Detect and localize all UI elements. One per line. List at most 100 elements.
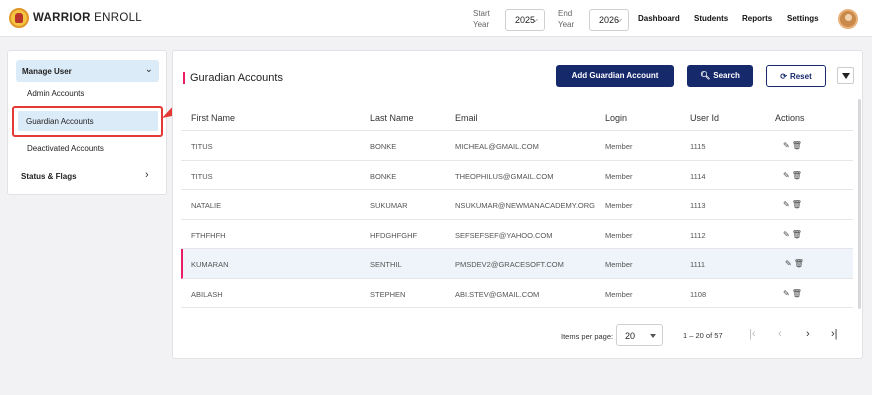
nav-dashboard[interactable]: Dashboard <box>638 14 680 23</box>
cell-last-name: STEPHEN <box>370 289 406 299</box>
start-year-select[interactable]: 2025 ⌵ <box>505 9 545 31</box>
items-per-page-label: Items per page: <box>561 332 614 341</box>
table-row[interactable]: TITUS BONKE THEOPHILUS@GMAIL.COM Member 1114… <box>181 161 853 190</box>
cell-first-name: TITUS <box>191 142 213 151</box>
top-header: WARRIOR ENROLL Start Year 2025 ⌵ End Year… <box>0 0 872 37</box>
cell-last-name: HFDGHFGHF <box>370 230 418 240</box>
sidebar-item-admin-accounts[interactable]: Admin Accounts <box>27 89 84 98</box>
table-row[interactable]: NATALIE SUKUMAR NSUKUMAR@NEWMANACADEMY.ORG… <box>181 190 853 220</box>
filter-icon[interactable] <box>837 67 854 84</box>
next-page-icon[interactable]: › <box>806 328 810 340</box>
nav-settings[interactable]: Settings <box>787 14 819 23</box>
row-actions: ✎🗑︎ <box>783 200 804 209</box>
column-email[interactable]: Email <box>455 113 478 123</box>
caret-down-icon <box>650 334 656 338</box>
cell-email: MICHEAL@GMAIL.COM <box>455 142 539 151</box>
cell-login: Member <box>605 142 633 151</box>
row-actions: ✎🗑︎ <box>785 259 806 268</box>
main-panel: Guradian Accounts Add Guardian Account 🔍… <box>172 50 863 359</box>
user-avatar[interactable] <box>838 9 858 29</box>
menu-group-manage-user[interactable]: Manage User ⌄ <box>16 60 159 82</box>
table-header: First Name Last Name Email Login User Id… <box>181 103 853 131</box>
chevron-right-icon: › <box>145 169 149 181</box>
edit-icon[interactable]: ✎ <box>783 200 792 209</box>
cell-last-name: BONKE <box>370 171 397 181</box>
edit-icon[interactable]: ✎ <box>783 230 792 239</box>
table-row[interactable]: TITUS BONKE MICHEAL@GMAIL.COM Member 1115 ✎🗑︎ <box>181 131 853 161</box>
delete-icon[interactable]: 🗑︎ <box>792 230 804 239</box>
start-year-label: Start Year <box>473 9 490 29</box>
edit-icon[interactable]: ✎ <box>783 171 792 180</box>
paginator: Items per page: 20 1 – 20 of 57 |‹ ‹ › ›… <box>173 321 863 351</box>
brand-name: WARRIOR ENROLL <box>33 12 142 24</box>
row-actions: ✎🗑︎ <box>783 230 804 239</box>
page-title: Guradian Accounts <box>183 72 283 84</box>
reset-button[interactable]: ⟳ Reset <box>766 65 826 87</box>
sidebar: Manage User ⌄ Admin Accounts Guardian Ac… <box>7 50 167 195</box>
edit-icon[interactable]: ✎ <box>783 141 792 150</box>
row-actions: ✎🗑︎ <box>783 171 804 180</box>
end-year-label: End Year <box>558 9 575 29</box>
end-year-select[interactable]: 2026 ⌵ <box>589 9 629 31</box>
cell-email: NSUKUMAR@NEWMANACADEMY.ORG <box>455 201 595 210</box>
row-actions: ✎🗑︎ <box>783 289 804 298</box>
cell-last-name: SENTHIL <box>370 260 402 269</box>
logo-icon[interactable] <box>9 8 29 28</box>
chevron-down-icon: ⌵ <box>615 15 622 24</box>
delete-icon[interactable]: 🗑︎ <box>792 200 804 209</box>
cell-login: Member <box>605 171 633 181</box>
chevron-down-icon: ⌵ <box>531 15 538 24</box>
delete-icon[interactable]: 🗑︎ <box>794 259 806 268</box>
delete-icon[interactable]: 🗑︎ <box>792 141 804 150</box>
refresh-icon: ⟳ <box>780 72 787 81</box>
cell-user-id: 1114 <box>690 171 706 181</box>
add-guardian-button[interactable]: Add Guardian Account <box>556 65 674 87</box>
sidebar-item-status-flags[interactable]: Status & Flags <box>21 172 77 181</box>
search-button[interactable]: 🔍︎ Search <box>687 65 753 87</box>
column-login[interactable]: Login <box>605 113 627 123</box>
cell-email: PMSDEV2@GRACESOFT.COM <box>455 260 564 269</box>
table-row[interactable]: ABILASH STEPHEN ABI.STEV@GMAIL.COM Member 11… <box>181 279 853 308</box>
edit-icon[interactable]: ✎ <box>783 289 792 298</box>
delete-icon[interactable]: 🗑︎ <box>792 289 804 298</box>
cell-login: Member <box>605 289 633 299</box>
cell-last-name: SUKUMAR <box>370 201 408 210</box>
column-actions: Actions <box>775 113 805 123</box>
cell-email: THEOPHILUS@GMAIL.COM <box>455 171 554 181</box>
cell-user-id: 1115 <box>690 142 706 151</box>
column-first-name[interactable]: First Name <box>191 113 235 123</box>
delete-icon[interactable]: 🗑︎ <box>792 171 804 180</box>
row-actions: ✎🗑︎ <box>783 141 804 150</box>
cell-first-name: NATALIE <box>191 201 222 210</box>
first-page-icon[interactable]: |‹ <box>749 328 756 340</box>
cell-user-id: 1113 <box>690 201 706 210</box>
cell-user-id: 1111 <box>690 260 706 269</box>
items-per-page-select[interactable]: 20 <box>616 324 663 346</box>
menu-group-label: Manage User <box>22 67 72 76</box>
sidebar-item-deactivated-accounts[interactable]: Deactivated Accounts <box>27 144 104 153</box>
cell-login: Member <box>605 260 633 269</box>
previous-page-icon[interactable]: ‹ <box>778 328 782 340</box>
cell-login: Member <box>605 230 633 240</box>
nav-students[interactable]: Students <box>694 14 728 23</box>
cell-email: SEFSEFSEF@YAHOO.COM <box>455 230 553 240</box>
chevron-down-icon: ⌄ <box>144 64 153 75</box>
cell-first-name: KUMARAN <box>191 260 229 269</box>
column-user-id[interactable]: User Id <box>690 113 719 123</box>
page-range: 1 – 20 of 57 <box>683 331 723 340</box>
highlight-annotation <box>12 106 163 137</box>
edit-icon[interactable]: ✎ <box>785 259 794 268</box>
table-row[interactable]: KUMARAN SENTHIL PMSDEV2@GRACESOFT.COM Membe… <box>181 249 853 279</box>
cell-login: Member <box>605 201 633 210</box>
cell-first-name: FTHFHFH <box>191 230 226 240</box>
guardian-table: First Name Last Name Email Login User Id… <box>181 103 853 308</box>
cell-user-id: 1112 <box>690 230 706 240</box>
nav-reports[interactable]: Reports <box>742 14 772 23</box>
last-page-icon[interactable]: ›| <box>831 328 838 340</box>
table-scrollbar[interactable] <box>858 99 861 309</box>
cell-first-name: ABILASH <box>191 289 223 299</box>
search-icon: 🔍︎ <box>700 71 711 80</box>
table-row[interactable]: FTHFHFH HFDGHFGHF SEFSEFSEF@YAHOO.COM Membe… <box>181 220 853 249</box>
column-last-name[interactable]: Last Name <box>370 113 414 123</box>
cell-email: ABI.STEV@GMAIL.COM <box>455 289 540 299</box>
